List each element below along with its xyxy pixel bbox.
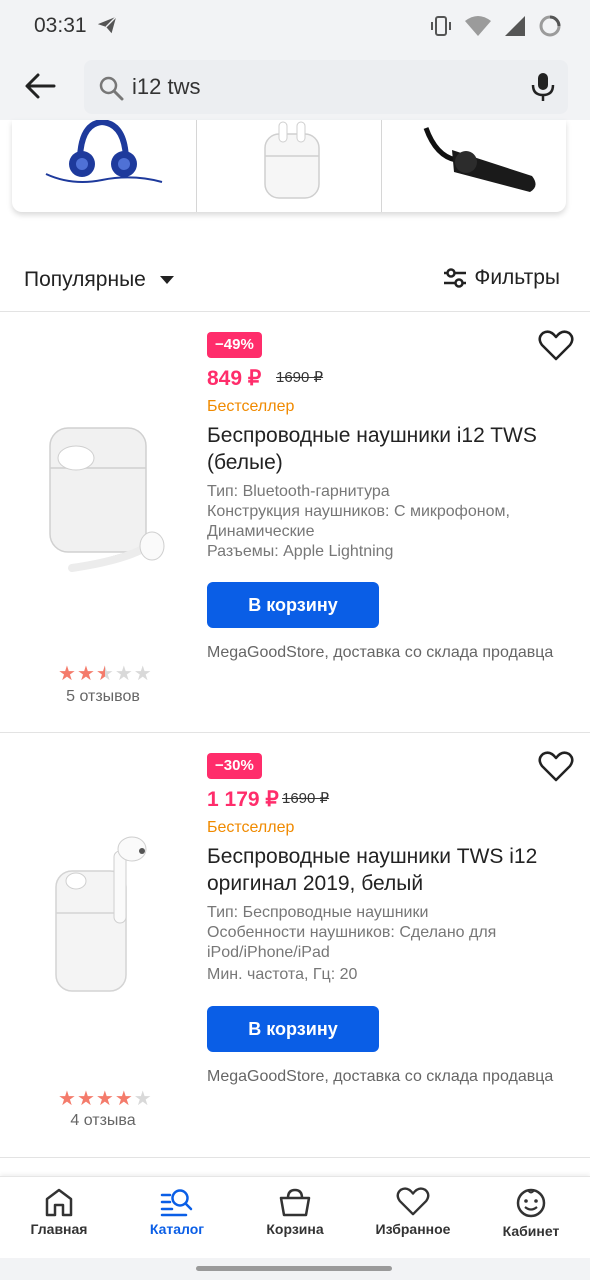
catalog-search-icon	[160, 1189, 193, 1217]
basket-icon	[279, 1188, 311, 1217]
product-card[interactable]: ★ ★ ★ ★ ★ 4 отзыва −30% 1 179 ₽ 1690 ₽ Б…	[0, 733, 590, 1157]
product-title[interactable]: Беспроводные наушники TWS i12 оригинал 2…	[207, 843, 567, 897]
category-headset[interactable]	[382, 120, 566, 212]
add-to-cart-button[interactable]: В корзину	[207, 1006, 379, 1052]
filter-label: Фильтры	[474, 266, 560, 289]
star-icon: ★	[114, 663, 133, 685]
seller-info: MegaGoodStore, доставка со склада продав…	[207, 1068, 554, 1085]
discount-badge: −30%	[207, 753, 262, 779]
star-icon: ★	[133, 1088, 152, 1110]
sort-dropdown[interactable]: Популярные	[24, 268, 146, 292]
nav-catalog[interactable]: Каталог	[118, 1187, 236, 1237]
status-bar: 03:31	[0, 0, 590, 52]
bottom-nav: Главная Каталог Корзина Избранное Кабине…	[0, 1176, 590, 1258]
white-earbuds-case-image	[264, 121, 320, 199]
product-card[interactable]: ★ ★ ★ ★ ★ 5 отзывов −49% 849 ₽ 1690 ₽ Бе…	[0, 312, 590, 732]
filter-button[interactable]: Фильтры	[442, 266, 560, 290]
product-spec: Тип: Bluetooth-гарнитура	[207, 483, 390, 500]
signal-icon	[505, 16, 525, 36]
gesture-handle[interactable]	[196, 1266, 392, 1271]
caret-down-icon[interactable]	[160, 276, 174, 284]
star-icon: ★	[133, 663, 152, 685]
nav-account-label: Кабинет	[502, 1223, 560, 1239]
product-spec: Мин. частота, Гц: 20	[207, 966, 358, 983]
star-icon: ★	[76, 663, 95, 685]
search-query: i12 tws	[132, 74, 201, 99]
heart-icon[interactable]	[538, 330, 574, 362]
star-icon: ★	[114, 1088, 133, 1110]
heart-icon	[396, 1187, 430, 1216]
status-icons	[430, 14, 562, 38]
filter-sliders-icon	[444, 268, 467, 288]
blue-headphones-image	[45, 120, 163, 183]
star-icon: ★	[95, 1088, 114, 1110]
search-input[interactable]: i12 tws	[84, 60, 568, 114]
reviews-count[interactable]: 4 отзыва	[0, 1112, 206, 1130]
nav-cart[interactable]: Корзина	[236, 1187, 354, 1237]
price: 1 179 ₽	[207, 788, 279, 811]
category-strip	[12, 120, 566, 212]
product-spec: Тип: Беспроводные наушники	[207, 904, 429, 921]
top-search-bar: i12 tws	[0, 52, 590, 120]
old-price: 1690 ₽	[282, 790, 330, 807]
discount-badge: −49%	[207, 332, 262, 358]
battery-ring-icon	[539, 15, 561, 37]
nav-home[interactable]: Главная	[0, 1187, 118, 1237]
nav-home-label: Главная	[30, 1221, 88, 1237]
product-image-airpods	[55, 836, 147, 992]
bestseller-tag: Бестселлер	[207, 819, 295, 836]
product-spec: Разъемы: Apple Lightning	[207, 543, 394, 560]
price: 849 ₽	[207, 367, 262, 390]
wifi-icon	[465, 16, 491, 36]
seller-info: MegaGoodStore, доставка со склада продав…	[207, 644, 554, 661]
nav-cart-label: Корзина	[266, 1221, 324, 1237]
status-time: 03:31	[34, 14, 87, 37]
nav-favorites[interactable]: Избранное	[354, 1187, 472, 1237]
product-title[interactable]: Беспроводные наушники i12 TWS (белые)	[207, 422, 567, 476]
reviews-count[interactable]: 5 отзывов	[0, 688, 206, 706]
telegram-send-icon	[97, 16, 117, 34]
sort-filter-row: Популярные Фильтры	[0, 252, 590, 306]
star-icon: ★	[76, 1088, 95, 1110]
product-image-earbuds-case	[49, 427, 165, 572]
black-bluetooth-headset-image	[423, 127, 536, 192]
category-headphones[interactable]	[12, 120, 197, 212]
smiley-icon	[516, 1188, 546, 1218]
nav-catalog-label: Каталог	[149, 1221, 205, 1237]
back-arrow-icon[interactable]	[22, 68, 58, 104]
mic-icon[interactable]	[530, 72, 556, 102]
star-icon: ★	[58, 663, 76, 685]
nav-favorites-label: Избранное	[375, 1221, 451, 1237]
star-icon: ★	[58, 1088, 76, 1110]
product-spec: Конструкция наушников: С микрофоном, Дин…	[207, 503, 510, 540]
product-spec: Особенности наушников: Сделано для iPod/…	[207, 924, 497, 961]
nav-account[interactable]: Кабинет	[472, 1187, 590, 1239]
add-to-cart-button[interactable]: В корзину	[207, 582, 379, 628]
search-icon	[99, 76, 124, 101]
rating-stars: ★ ★ ★ ★ ★	[58, 664, 152, 684]
vibrate-icon	[431, 16, 451, 36]
heart-icon[interactable]	[538, 751, 574, 783]
star-half-icon: ★	[95, 663, 114, 685]
rating-stars: ★ ★ ★ ★ ★	[58, 1089, 152, 1109]
old-price: 1690 ₽	[276, 369, 324, 386]
divider	[0, 1157, 590, 1158]
bestseller-tag: Бестселлер	[207, 398, 295, 415]
category-earbuds[interactable]	[197, 120, 382, 212]
home-icon	[45, 1188, 73, 1217]
